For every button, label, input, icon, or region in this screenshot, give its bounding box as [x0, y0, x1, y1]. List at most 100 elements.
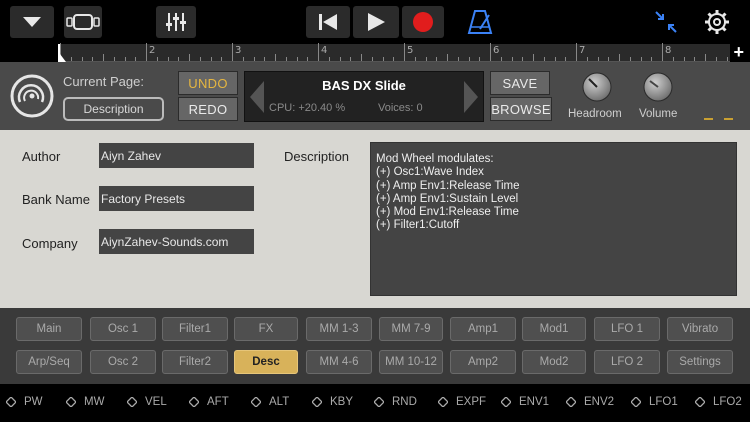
company-label: Company: [22, 236, 78, 251]
page-button-filter2[interactable]: Filter2: [162, 350, 228, 374]
mod-source-lfo1[interactable]: LFO1: [630, 396, 678, 408]
go-to-start-button[interactable]: [306, 6, 350, 38]
ruler-tick: [113, 57, 115, 61]
page-button-filter1[interactable]: Filter1: [162, 317, 228, 341]
ruler-tick: [651, 57, 653, 61]
author-field[interactable]: Aiyn Zahev: [99, 143, 254, 168]
top-toolbar: [0, 0, 750, 44]
mod-source-expf[interactable]: EXPF: [438, 396, 488, 408]
mod-source-pw[interactable]: PW: [5, 396, 43, 408]
record-button[interactable]: [402, 6, 444, 38]
ruler-tick: [554, 57, 556, 61]
page-button-lfo2[interactable]: LFO 2: [594, 350, 660, 374]
play-button[interactable]: [353, 6, 399, 38]
mixer-button[interactable]: [156, 6, 196, 38]
timeline-ruler[interactable]: 2 3 4 5 6 7 8: [0, 43, 750, 62]
ruler-tick: [511, 57, 513, 61]
page-button-mod2[interactable]: Mod2: [522, 350, 586, 374]
page-button-mm4-6[interactable]: MM 4-6: [306, 350, 372, 374]
page-button-amp2[interactable]: Amp2: [450, 350, 516, 374]
page-button-mm7-9[interactable]: MM 7-9: [379, 317, 443, 341]
ruler-tick: [586, 57, 588, 61]
page-button-fx[interactable]: FX: [234, 317, 298, 341]
ruler-tick: [414, 57, 416, 61]
ruler-tick: [608, 57, 610, 61]
page-button-arp-seq[interactable]: Arp/Seq: [16, 350, 82, 374]
view-toggle-button[interactable]: [64, 6, 102, 38]
plus-icon[interactable]: +: [733, 43, 744, 61]
cpu-readout: CPU: +20.40 %: [269, 102, 346, 114]
voices-readout: Voices: 0: [378, 102, 423, 114]
ruler-tick: [318, 43, 319, 61]
page-button-mm1-3[interactable]: MM 1-3: [306, 317, 372, 341]
ruler-bar-number: 6: [493, 45, 500, 56]
page-button-settings[interactable]: Settings: [667, 350, 733, 374]
settings-gear-icon: [705, 10, 729, 34]
ruler-strip[interactable]: 2 3 4 5 6 7 8: [60, 43, 730, 62]
page-button-amp1[interactable]: Amp1: [450, 317, 516, 341]
diamond-move-icon: [630, 396, 642, 408]
browse-button[interactable]: BROWSE: [490, 97, 552, 121]
diamond-move-icon: [500, 396, 512, 408]
ruler-tick: [436, 57, 438, 61]
page-button-main[interactable]: Main: [16, 317, 82, 341]
ruler-tick: [533, 54, 534, 61]
mod-source-label: ENV1: [519, 396, 550, 408]
settings-button[interactable]: [704, 9, 730, 40]
level-meter-left: [704, 118, 713, 120]
page-button-vibrato[interactable]: Vibrato: [667, 317, 733, 341]
page-button-mm10-12[interactable]: MM 10-12: [379, 350, 443, 374]
collapse-button[interactable]: [654, 10, 678, 39]
mod-source-strip: PW MW VEL AFT ALT KBY RND EXPF ENV1 ENV2…: [0, 384, 750, 422]
description-line: Mod Wheel modulates:: [376, 153, 494, 165]
ruler-tick: [70, 57, 72, 61]
ruler-tick: [565, 57, 567, 61]
mod-source-env2[interactable]: ENV2: [565, 396, 614, 408]
page-button-mod1[interactable]: Mod1: [522, 317, 586, 341]
next-preset-icon[interactable]: [464, 81, 478, 113]
mod-source-env1[interactable]: ENV1: [500, 396, 550, 408]
description-textarea[interactable]: Mod Wheel modulates: (+) Osc1:Wave Index…: [370, 142, 737, 296]
mod-source-kby[interactable]: KBY: [311, 396, 353, 408]
ruler-tick: [275, 54, 276, 61]
diamond-move-icon: [694, 396, 706, 408]
level-meter-right: [724, 118, 733, 120]
diamond-move-icon: [438, 396, 449, 408]
description-line: (+) Amp Env1:Sustain Level: [376, 192, 519, 205]
headroom-knob[interactable]: [582, 72, 612, 102]
volume-knob[interactable]: [643, 72, 673, 102]
save-button[interactable]: SAVE: [490, 71, 550, 95]
page-selector: Main Osc 1 Filter1 FX MM 1-3 MM 7-9 Amp1…: [0, 308, 750, 384]
mod-source-lfo2[interactable]: LFO2: [694, 396, 742, 408]
ruler-tick: [522, 57, 524, 61]
description-line: (+) Mod Env1:Release Time: [376, 206, 519, 219]
metronome-button[interactable]: [467, 9, 493, 40]
redo-button[interactable]: REDO: [178, 97, 238, 121]
mod-source-label: LFO2: [713, 396, 742, 408]
bank-name-field[interactable]: Factory Presets: [99, 186, 254, 211]
mod-source-rnd[interactable]: RND: [373, 396, 417, 408]
mod-source-alt[interactable]: ALT: [250, 396, 289, 408]
page-button-osc1[interactable]: Osc 1: [90, 317, 156, 341]
ruler-tick: [371, 57, 373, 61]
page-button-osc2[interactable]: Osc 2: [90, 350, 156, 374]
mod-source-label: RND: [392, 396, 417, 408]
current-page-value[interactable]: Description: [63, 97, 164, 121]
ruler-tick: [393, 57, 395, 61]
mod-source-vel[interactable]: VEL: [126, 396, 167, 408]
current-page-label: Current Page:: [63, 74, 144, 89]
menu-dropdown-button[interactable]: [10, 6, 54, 38]
company-field[interactable]: AiynZahev-Sounds.com: [99, 229, 254, 254]
ruler-bar-number: 4: [321, 45, 328, 56]
undo-button[interactable]: UNDO: [178, 71, 238, 95]
ruler-tick: [726, 57, 728, 61]
page-button-desc[interactable]: Desc: [234, 350, 298, 374]
author-label: Author: [22, 149, 61, 164]
bank-name-label: Bank Name: [22, 192, 90, 207]
playhead-marker[interactable]: [58, 44, 66, 62]
mod-source-mw[interactable]: MW: [65, 396, 104, 408]
mod-source-label: PW: [24, 396, 43, 408]
page-button-lfo1[interactable]: LFO 1: [594, 317, 660, 341]
mod-source-aft[interactable]: AFT: [188, 396, 229, 408]
ruler-tick: [328, 57, 330, 61]
